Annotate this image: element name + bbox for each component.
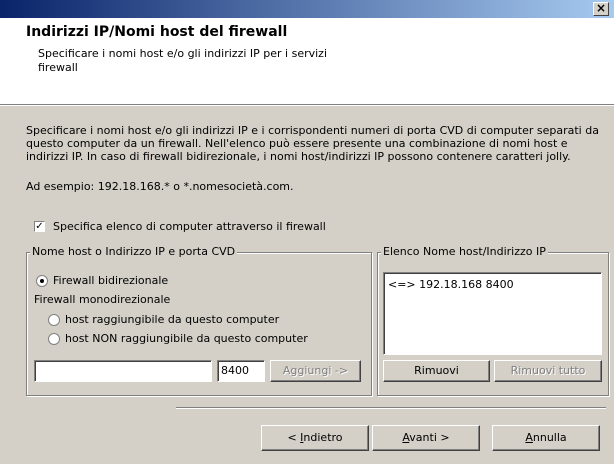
next-button[interactable]: Avanti > <box>372 425 480 451</box>
remove-all-button[interactable]: Rimuovi tutto <box>494 360 602 382</box>
radio-host-not-reachable-label[interactable]: host NON raggiungibile da questo compute… <box>65 332 308 345</box>
specify-list-label[interactable]: Specifica elenco di computer attraverso … <box>53 220 326 233</box>
example-text: Ad esempio: 192.18.168.* o *.nomesocietà… <box>26 180 294 193</box>
port-input[interactable]: 8400 <box>217 360 265 382</box>
host-input[interactable] <box>34 360 212 382</box>
cancel-button[interactable]: Annulla <box>492 425 600 451</box>
description-text: Specificare i nomi host e/o gli indirizz… <box>26 124 599 163</box>
add-button[interactable]: Aggiungi -> <box>270 360 361 382</box>
radio-bidirectional-label[interactable]: Firewall bidirezionale <box>53 274 168 287</box>
footer-separator <box>176 407 606 409</box>
page-title: Indirizzi IP/Nomi host del firewall <box>26 24 288 40</box>
host-listbox[interactable]: <=> 192.18.168 8400 <box>383 272 602 355</box>
remove-button[interactable]: Rimuovi <box>383 360 490 382</box>
page-subtitle: Specificare i nomi host e/o gli indirizz… <box>38 47 328 74</box>
radio-host-reachable[interactable] <box>48 314 60 326</box>
list-item[interactable]: <=> 192.18.168 8400 <box>388 278 601 291</box>
radio-bidirectional[interactable] <box>36 275 48 287</box>
host-port-group-legend: Nome host o Indirizzo IP e porta CVD <box>30 245 238 258</box>
specify-list-checkbox[interactable]: ✓ <box>34 221 45 232</box>
checkmark-icon: ✓ <box>35 221 44 232</box>
back-button[interactable]: < Indietro <box>261 425 369 451</box>
radio-host-reachable-label[interactable]: host raggiungibile da questo computer <box>65 313 279 326</box>
unidirectional-label: Firewall monodirezionale <box>34 293 171 306</box>
radio-host-not-reachable[interactable] <box>48 333 60 345</box>
close-icon[interactable]: × <box>593 2 609 16</box>
title-bar <box>0 0 614 18</box>
host-list-group-legend: Elenco Nome host/Indirizzo IP <box>381 245 548 258</box>
